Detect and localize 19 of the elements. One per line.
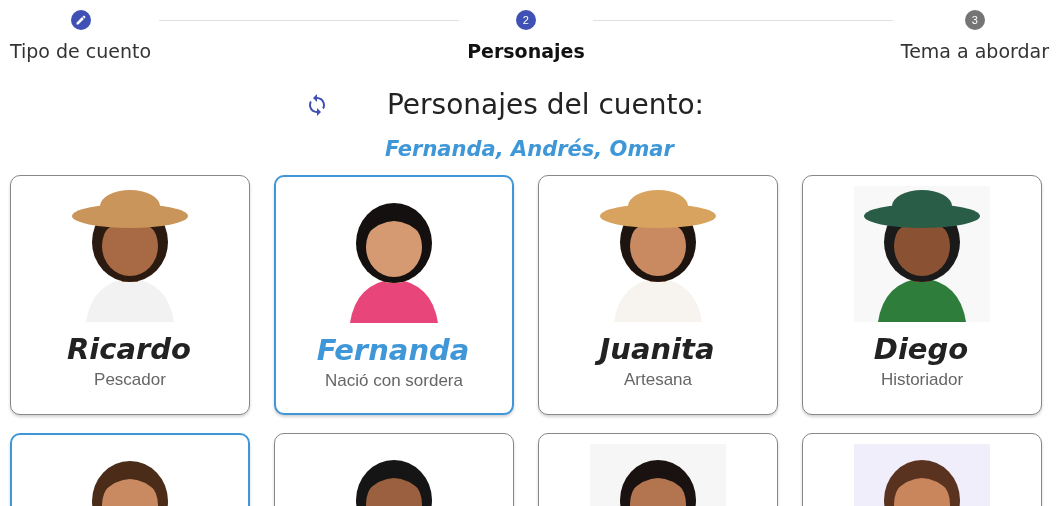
character-role: Artesana: [623, 370, 692, 390]
step-number: 2: [515, 10, 536, 30]
character-name: Juanita: [596, 332, 720, 366]
character-card[interactable]: Diego Historiador: [802, 175, 1042, 415]
character-card[interactable]: Juanita Artesana: [538, 175, 778, 415]
section-title: Personajes del cuento:: [386, 88, 705, 121]
character-card[interactable]: Fernanda Nació con sordera: [274, 175, 514, 415]
step-number: 3: [964, 10, 985, 30]
character-name: Diego: [872, 332, 970, 366]
character-role: Pescador: [94, 370, 166, 390]
selected-characters: Fernanda, Andrés, Omar: [384, 137, 676, 161]
step-label[interactable]: Tema a abordar: [900, 40, 1049, 62]
step-label[interactable]: Personajes: [467, 40, 585, 62]
character-name: Fernanda: [315, 333, 471, 367]
character-role: Nació con sordera: [325, 371, 463, 391]
character-name: Ricardo: [66, 332, 192, 366]
character-card[interactable]: Ricardo Pescador: [10, 175, 250, 415]
character-role: Historiador: [880, 370, 964, 390]
step-label[interactable]: Tipo de cuento: [10, 40, 152, 62]
